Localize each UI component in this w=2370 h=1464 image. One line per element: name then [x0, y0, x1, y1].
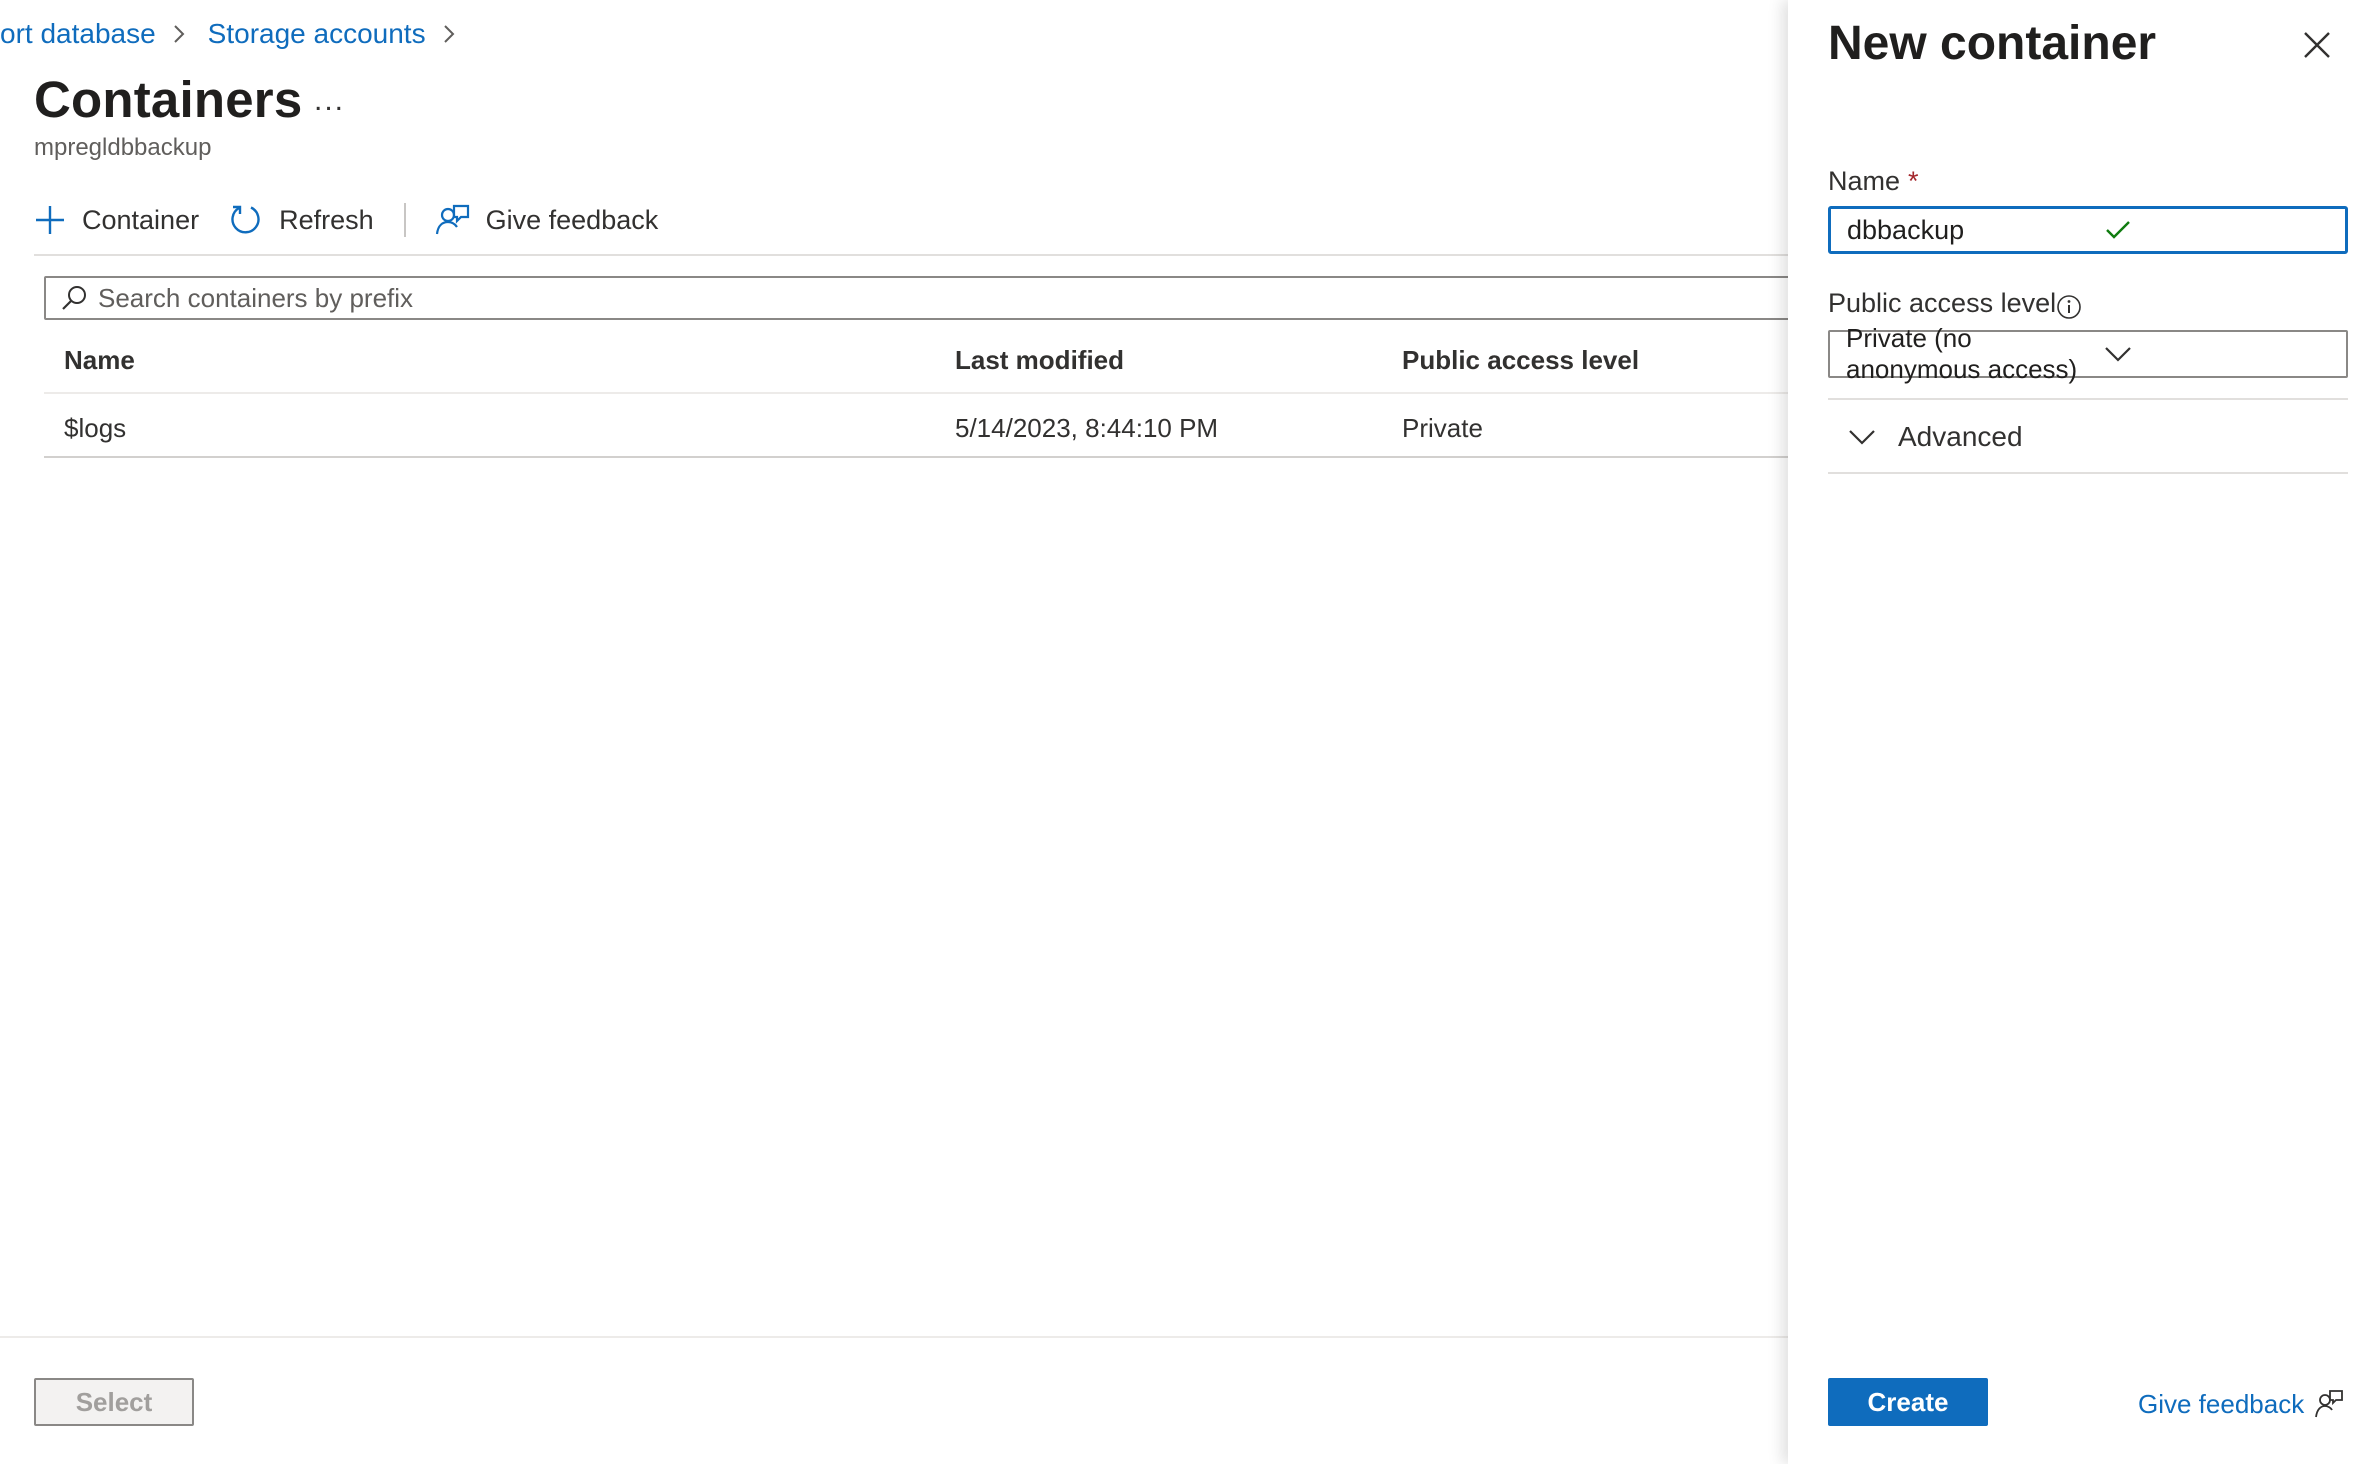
toolbar-divider-line [34, 254, 1789, 256]
panel-title: New container [1828, 17, 2157, 70]
refresh-icon [229, 203, 279, 237]
public-access-value: Private (no anonymous access) [1846, 323, 2078, 384]
info-icon[interactable] [2056, 294, 2082, 320]
command-bar: Container Refresh Give feedback [34, 192, 658, 248]
advanced-section-toggle[interactable]: Advanced [1848, 412, 2023, 462]
footer-divider [0, 1336, 1788, 1338]
feedback-icon [2304, 1389, 2344, 1419]
refresh-label: Refresh [279, 204, 374, 235]
name-label-text: Name [1828, 166, 1901, 196]
cell-last-modified: 5/14/2023, 8:44:10 PM [955, 413, 1219, 443]
panel-give-feedback-label: Give feedback [2138, 1388, 2305, 1419]
create-button[interactable]: Create [1828, 1378, 1988, 1426]
row-divider [44, 456, 1804, 458]
chevron-right-icon [442, 23, 456, 45]
panel-give-feedback-link[interactable]: Give feedback [2138, 1380, 2344, 1428]
name-field[interactable]: dbbackup [1828, 206, 2348, 254]
column-header-name[interactable]: Name [64, 340, 135, 380]
public-access-label: Public access level [1828, 288, 2057, 318]
page-title: Containers [34, 71, 303, 128]
name-field-label: Name * [1828, 166, 1919, 197]
give-feedback-label: Give feedback [485, 204, 659, 235]
plus-icon [34, 204, 82, 236]
breadcrumb-link-database[interactable]: ort database [0, 18, 156, 50]
search-icon [46, 284, 98, 312]
header-divider [44, 392, 1804, 394]
add-container-button[interactable]: Container [34, 192, 199, 248]
advanced-label: Advanced [1898, 421, 2023, 452]
chevron-down-icon [1848, 429, 1898, 445]
checkmark-icon [2104, 218, 2345, 242]
search-box[interactable] [44, 276, 1804, 320]
breadcrumb: ort database Storage accounts [0, 14, 478, 54]
advanced-divider-top [1828, 398, 2348, 400]
name-field-value: dbbackup [1847, 214, 1965, 245]
new-container-panel: New container Name * dbbackup Public acce… [1788, 0, 2370, 1464]
select-button[interactable]: Select [34, 1378, 194, 1426]
refresh-button[interactable]: Refresh [229, 192, 374, 248]
add-container-label: Container [82, 204, 200, 235]
required-mark: * [1908, 166, 1919, 196]
column-header-public-access[interactable]: Public access level [1402, 340, 1639, 380]
cell-name[interactable]: $logs [64, 408, 126, 448]
column-header-last-modified[interactable]: Last modified [955, 340, 1124, 380]
toolbar-divider [403, 203, 406, 237]
more-options-button[interactable]: ... [314, 84, 345, 118]
chevron-right-icon [172, 23, 186, 45]
give-feedback-button[interactable]: Give feedback [434, 192, 659, 248]
page-subtitle: mpregldbbackup [34, 134, 212, 161]
close-icon[interactable] [2302, 30, 2332, 60]
public-access-dropdown[interactable]: Private (no anonymous access) [1828, 323, 2348, 384]
breadcrumb-link-storage-accounts[interactable]: Storage accounts [208, 18, 426, 50]
chevron-down-icon [2104, 346, 2346, 362]
advanced-divider-bottom [1828, 472, 2348, 474]
cell-public-access: Private [1402, 413, 1483, 443]
search-input[interactable] [98, 282, 1698, 314]
feedback-icon [434, 203, 486, 237]
